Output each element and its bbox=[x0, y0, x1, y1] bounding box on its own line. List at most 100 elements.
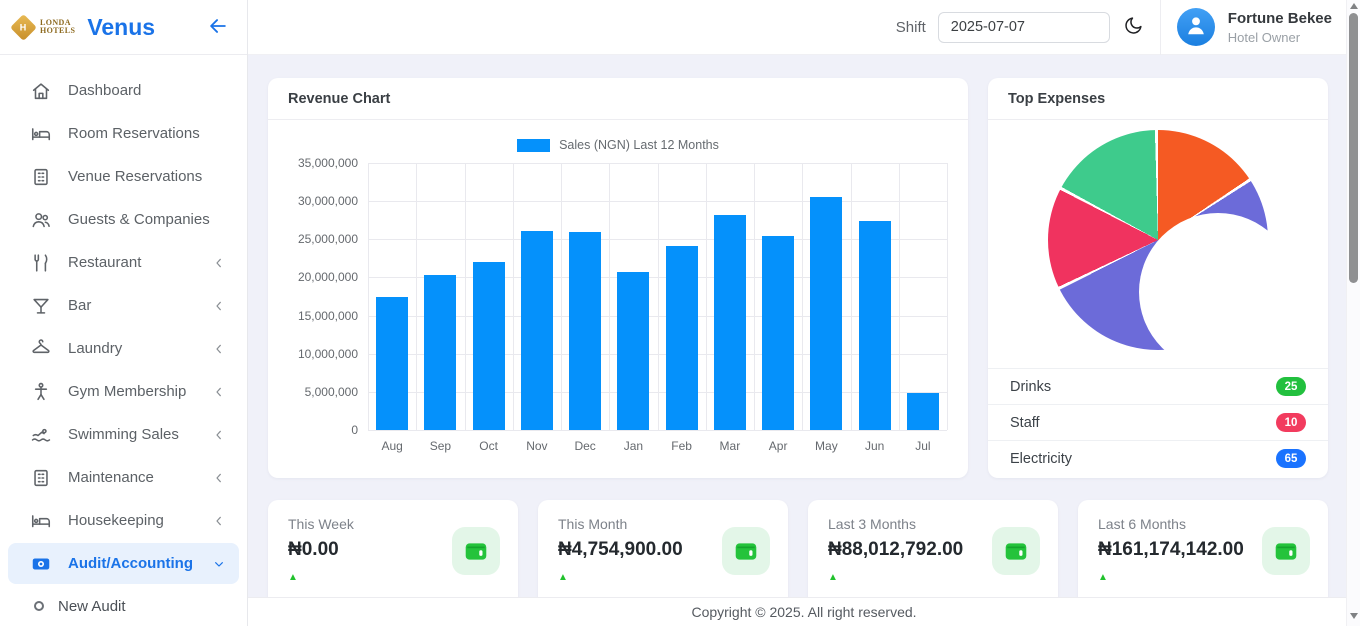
revenue-bar-sep bbox=[424, 275, 456, 430]
expense-row-electricity: Electricity 65 bbox=[988, 440, 1328, 476]
wallet-icon bbox=[992, 527, 1040, 575]
hanger-icon bbox=[30, 338, 52, 360]
shift-date-input[interactable] bbox=[938, 12, 1110, 43]
expense-count-badge: 25 bbox=[1276, 377, 1306, 396]
sidebar-item-bar[interactable]: Bar bbox=[0, 284, 247, 327]
x-tick-label: Apr bbox=[769, 439, 788, 453]
sidebar-item-label: Venue Reservations bbox=[68, 168, 202, 185]
sidebar-item-label: Bar bbox=[68, 297, 91, 314]
chevron-left-icon bbox=[211, 513, 227, 529]
user-profile[interactable]: Fortune Bekee Hotel Owner bbox=[1161, 0, 1360, 54]
legend-swatch bbox=[517, 139, 550, 152]
expenses-donut-chart bbox=[1048, 130, 1268, 350]
hotel-logo-icon: H bbox=[10, 14, 37, 41]
scrollbar-thumb[interactable] bbox=[1349, 13, 1358, 283]
v-gridline bbox=[658, 163, 659, 430]
main-content: Revenue Chart Sales (NGN) Last 12 Months… bbox=[248, 55, 1360, 597]
footer: Copyright © 2025. All right reserved. bbox=[248, 597, 1360, 626]
v-gridline bbox=[561, 163, 562, 430]
logo-line2: HOTELS bbox=[40, 27, 75, 36]
sidebar-item-guests-companies[interactable]: Guests & Companies bbox=[0, 198, 247, 241]
chevron-left-icon bbox=[211, 427, 227, 443]
v-gridline bbox=[368, 163, 369, 430]
h-gridline bbox=[368, 430, 947, 431]
sidebar-subitem-new-audit[interactable]: New Audit bbox=[0, 585, 247, 626]
scroll-down-arrow-icon[interactable] bbox=[1350, 613, 1358, 619]
sidebar-menu: Dashboard Room Reservations Venue Reserv… bbox=[0, 55, 247, 626]
revenue-bar-jul bbox=[907, 393, 939, 430]
revenue-bar-may bbox=[810, 197, 842, 430]
sidebar-collapse-button[interactable] bbox=[207, 15, 229, 40]
x-tick-label: Dec bbox=[574, 439, 595, 453]
sidebar-item-gym-membership[interactable]: Gym Membership bbox=[0, 370, 247, 413]
v-gridline bbox=[802, 163, 803, 430]
scroll-up-arrow-icon[interactable] bbox=[1350, 3, 1358, 9]
sidebar-item-label: Restaurant bbox=[68, 254, 141, 271]
v-gridline bbox=[465, 163, 466, 430]
wallet-icon bbox=[722, 527, 770, 575]
revenue-card-title: Revenue Chart bbox=[268, 78, 968, 120]
stat-card-last-6-months: Last 6 Months ₦161,174,142.00 ▲ bbox=[1078, 500, 1328, 597]
building-icon bbox=[30, 467, 52, 489]
building-icon bbox=[30, 166, 52, 188]
revenue-chart-card: Revenue Chart Sales (NGN) Last 12 Months… bbox=[268, 78, 968, 478]
x-tick-label: Aug bbox=[381, 439, 402, 453]
home-icon bbox=[30, 80, 52, 102]
expense-label: Electricity bbox=[1010, 451, 1072, 467]
revenue-bar-mar bbox=[714, 215, 746, 430]
y-tick-label: 15,000,000 bbox=[272, 309, 358, 323]
stat-card-this-month: This Month ₦4,754,900.00 ▲ bbox=[538, 500, 788, 597]
sidebar-item-label: Swimming Sales bbox=[68, 426, 179, 443]
copyright-text: Copyright © 2025. All right reserved. bbox=[691, 604, 916, 620]
bullet-circle-icon bbox=[34, 601, 44, 611]
stat-card-last-3-months: Last 3 Months ₦88,012,792.00 ▲ bbox=[808, 500, 1058, 597]
wallet-icon bbox=[452, 527, 500, 575]
top-expenses-card: Top Expenses Drinks 25 Staff 10 Electric… bbox=[988, 78, 1328, 478]
arrow-left-icon bbox=[207, 15, 229, 40]
v-gridline bbox=[754, 163, 755, 430]
sidebar-item-restaurant[interactable]: Restaurant bbox=[0, 241, 247, 284]
sidebar-item-maintenance[interactable]: Maintenance bbox=[0, 456, 247, 499]
sidebar-item-label: Audit/Accounting bbox=[68, 555, 193, 572]
vertical-scrollbar[interactable] bbox=[1346, 0, 1360, 626]
sidebar-item-label: Guests & Companies bbox=[68, 211, 210, 228]
chevron-down-icon bbox=[211, 556, 227, 572]
x-tick-label: Mar bbox=[720, 439, 741, 453]
v-gridline bbox=[513, 163, 514, 430]
stat-card-this-week: This Week ₦0.00 ▲ bbox=[268, 500, 518, 597]
app-title: Venus bbox=[87, 14, 155, 41]
v-gridline bbox=[851, 163, 852, 430]
sidebar-item-label: Gym Membership bbox=[68, 383, 186, 400]
expense-label: Staff bbox=[1010, 415, 1040, 431]
dark-mode-toggle[interactable] bbox=[1123, 15, 1144, 39]
expenses-card-title: Top Expenses bbox=[988, 78, 1328, 120]
y-tick-label: 10,000,000 bbox=[272, 347, 358, 361]
x-tick-label: Oct bbox=[479, 439, 498, 453]
sidebar-item-room-reservations[interactable]: Room Reservations bbox=[0, 112, 247, 155]
sidebar-item-audit-accounting[interactable]: Audit/Accounting bbox=[8, 543, 239, 584]
v-gridline bbox=[706, 163, 707, 430]
y-tick-label: 25,000,000 bbox=[272, 232, 358, 246]
martini-icon bbox=[30, 295, 52, 317]
revenue-bar-jan bbox=[617, 272, 649, 430]
expense-row-staff: Staff 10 bbox=[988, 404, 1328, 440]
sidebar-item-dashboard[interactable]: Dashboard bbox=[0, 69, 247, 112]
sidebar-item-housekeeping[interactable]: Housekeeping bbox=[0, 499, 247, 542]
bed-icon bbox=[30, 123, 52, 145]
donut-hole bbox=[1139, 213, 1297, 371]
sidebar-item-swimming-sales[interactable]: Swimming Sales bbox=[0, 413, 247, 456]
sidebar-item-label: Dashboard bbox=[68, 82, 141, 99]
x-tick-label: Jan bbox=[624, 439, 643, 453]
chevron-left-icon bbox=[211, 255, 227, 271]
sidebar-item-laundry[interactable]: Laundry bbox=[0, 327, 247, 370]
y-tick-label: 30,000,000 bbox=[272, 194, 358, 208]
revenue-bar-oct bbox=[473, 262, 505, 430]
bed-icon bbox=[30, 510, 52, 532]
sidebar-item-venue-reservations[interactable]: Venue Reservations bbox=[0, 155, 247, 198]
chart-legend: Sales (NGN) Last 12 Months bbox=[268, 138, 968, 152]
chevron-left-icon bbox=[211, 341, 227, 357]
expense-label: Drinks bbox=[1010, 379, 1051, 395]
revenue-bar-jun bbox=[859, 221, 891, 430]
money-icon bbox=[30, 553, 52, 575]
avatar bbox=[1177, 8, 1215, 46]
